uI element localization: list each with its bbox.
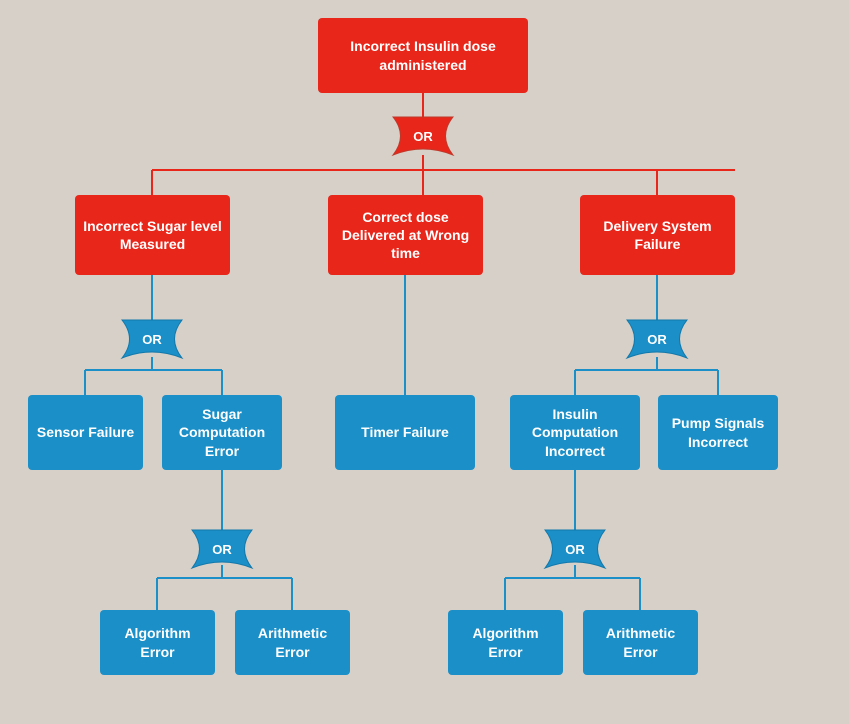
- svg-text:OR: OR: [413, 129, 433, 144]
- or-gate-3: OR: [617, 318, 697, 360]
- node-arithmetic-error-2: Arithmetic Error: [583, 610, 698, 675]
- svg-text:OR: OR: [647, 332, 667, 347]
- node-pump-signals-incorrect: Pump Signals Incorrect: [658, 395, 778, 470]
- node-delivery-system-failure: Delivery System Failure: [580, 195, 735, 275]
- or-gate-1: OR: [383, 115, 463, 157]
- or-gate-2: OR: [112, 318, 192, 360]
- or-gate-4: OR: [182, 528, 262, 570]
- node-insulin-computation-incorrect: Insulin Computation Incorrect: [510, 395, 640, 470]
- or-gate-5: OR: [535, 528, 615, 570]
- node-correct-dose-wrong-time: Correct dose Delivered at Wrong time: [328, 195, 483, 275]
- node-timer-failure: Timer Failure: [335, 395, 475, 470]
- node-sensor-failure: Sensor Failure: [28, 395, 143, 470]
- svg-text:OR: OR: [565, 542, 585, 557]
- node-algorithm-error-2: Algorithm Error: [448, 610, 563, 675]
- root-node: Incorrect Insulin dose administered: [318, 18, 528, 93]
- svg-text:OR: OR: [212, 542, 232, 557]
- node-sugar-computation-error: Sugar Computation Error: [162, 395, 282, 470]
- fault-tree-diagram: Incorrect Insulin dose administered OR I…: [0, 0, 849, 724]
- node-arithmetic-error-1: Arithmetic Error: [235, 610, 350, 675]
- svg-text:OR: OR: [142, 332, 162, 347]
- node-incorrect-sugar: Incorrect Sugar level Measured: [75, 195, 230, 275]
- node-algorithm-error-1: Algorithm Error: [100, 610, 215, 675]
